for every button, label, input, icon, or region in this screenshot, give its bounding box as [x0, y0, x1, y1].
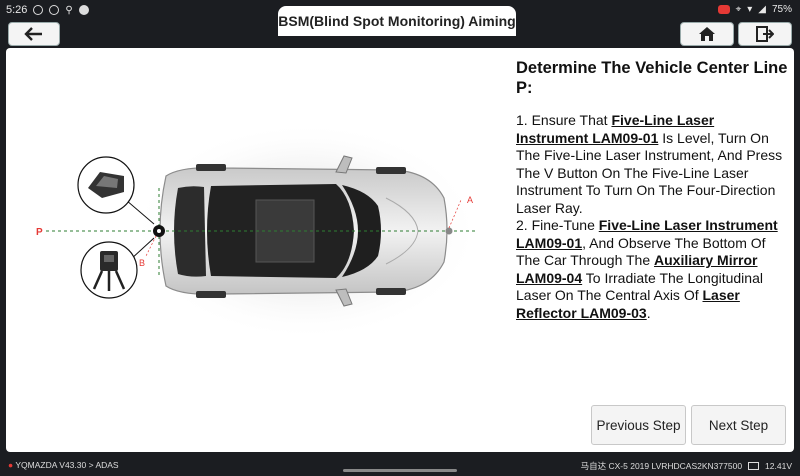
app-notification-icon — [78, 5, 89, 15]
vehicle-info: 马自达 CX-5 2019 LVRHDCAS2KN377500 — [580, 461, 743, 471]
back-button[interactable] — [8, 22, 60, 46]
next-step-button[interactable]: Next Step — [691, 405, 786, 445]
battery-level: 75% — [771, 4, 792, 15]
instructions-heading: Determine The Vehicle Center Line P: — [516, 59, 788, 97]
exit-icon — [756, 26, 774, 42]
previous-step-button[interactable]: Previous Step — [591, 405, 686, 445]
location-icon: ⌖ — [735, 4, 742, 15]
step2-prefix: 2. Fine-Tune — [516, 217, 599, 233]
label-b: B — [139, 258, 145, 268]
usb-icon: ⚲ — [65, 4, 73, 16]
battery-voltage-icon — [748, 462, 760, 470]
reflector-marker — [445, 227, 453, 235]
back-arrow-icon — [24, 27, 42, 41]
signal-icon: ◢ — [758, 4, 766, 15]
settings-notification-icon — [33, 5, 44, 15]
footer-bar: ● YQMAZDA V43.30 > ADAS 马自达 CX-5 2019 LV… — [0, 454, 800, 476]
main-panel: A P B Determine The Vehicle Center Line … — [6, 48, 794, 452]
home-indicator[interactable] — [343, 469, 457, 472]
wifi-icon: ▾ — [747, 4, 753, 15]
breadcrumb: YQMAZDA V43.30 > ADAS — [15, 460, 119, 470]
breadcrumb-bullet-icon: ● — [8, 460, 14, 470]
step1-prefix: 1. Ensure That — [516, 112, 612, 128]
label-a: A — [467, 195, 473, 205]
home-icon — [699, 27, 715, 41]
recording-icon — [717, 5, 730, 14]
page-title: BSM(Blind Spot Monitoring) Aiming — [278, 6, 516, 36]
exit-button[interactable] — [738, 22, 792, 46]
aiming-diagram: A P B — [36, 121, 481, 341]
voltage-value: 12.41V — [765, 461, 792, 471]
status-time: 5:26 — [6, 4, 28, 16]
instructions-body: 1. Ensure That Five-Line Laser Instrumen… — [516, 112, 788, 322]
step2-end: . — [646, 304, 651, 321]
label-p: P — [36, 227, 43, 238]
home-button[interactable] — [680, 22, 734, 46]
instructions: Determine The Vehicle Center Line P: 1. … — [516, 58, 788, 322]
sync-notification-icon — [49, 5, 60, 15]
